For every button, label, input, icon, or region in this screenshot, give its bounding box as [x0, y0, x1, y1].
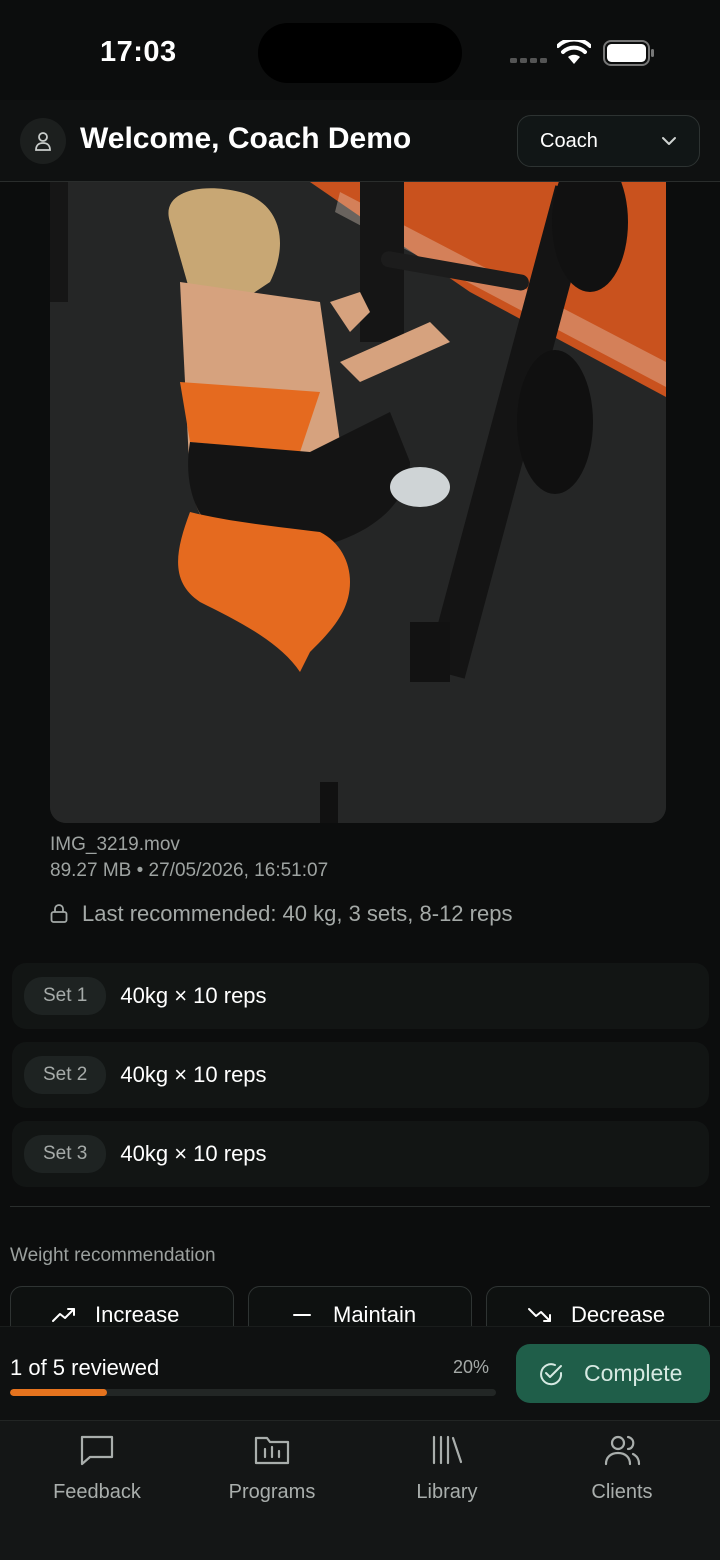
welcome-title: Welcome, Coach Demo — [80, 122, 412, 155]
lock-icon — [50, 904, 68, 923]
review-progress-panel: 1 of 5 reviewed 20% Complete — [0, 1326, 720, 1420]
complete-label: Complete — [584, 1360, 683, 1386]
folder-chart-icon — [254, 1436, 290, 1465]
set-badge: Set 2 — [24, 1056, 107, 1094]
chevron-down-icon — [662, 137, 676, 145]
cellular-signal-icon — [510, 58, 547, 63]
progress-fill — [10, 1389, 108, 1396]
last-recommended-text: Last recommended: 40 kg, 3 sets, 8-12 re… — [82, 901, 513, 926]
increase-label: Increase — [95, 1302, 180, 1327]
dynamic-island — [258, 23, 462, 83]
trending-down-icon — [528, 1308, 551, 1322]
last-recommended: Last recommended: 40 kg, 3 sets, 8-12 re… — [50, 900, 512, 928]
trending-up-icon — [52, 1308, 75, 1322]
user-icon — [35, 132, 51, 151]
role-select[interactable]: Coach — [517, 115, 700, 167]
exercise-video[interactable] — [50, 182, 666, 823]
set-value: 40kg × 10 reps — [120, 1141, 267, 1166]
wifi-icon — [557, 40, 591, 64]
check-circle-icon — [540, 1362, 563, 1385]
tab-library-label: Library — [416, 1481, 478, 1503]
tab-programs[interactable]: Programs — [182, 1433, 362, 1504]
reviewed-count: 1 of 5 reviewed — [10, 1355, 160, 1380]
video-file-name: IMG_3219.mov — [50, 834, 180, 855]
set-row[interactable]: Set 3 40kg × 10 reps — [12, 1121, 709, 1187]
progress-track — [10, 1389, 496, 1396]
status-time: 17:03 — [100, 36, 177, 68]
weight-recommendation-label: Weight recommendation — [10, 1245, 216, 1266]
battery-icon — [603, 40, 654, 66]
video-frame — [50, 182, 666, 823]
minus-icon — [293, 1314, 311, 1316]
set-value: 40kg × 10 reps — [120, 983, 267, 1008]
role-select-value: Coach — [540, 129, 598, 152]
complete-button[interactable]: Complete — [516, 1344, 710, 1403]
message-square-icon — [80, 1435, 114, 1466]
decrease-label: Decrease — [571, 1302, 666, 1327]
reviewed-percent: 20% — [453, 1357, 490, 1377]
library-icon — [432, 1435, 463, 1465]
tab-feedback[interactable]: Feedback — [7, 1433, 187, 1504]
set-row[interactable]: Set 2 40kg × 10 reps — [12, 1042, 709, 1108]
set-row[interactable]: Set 1 40kg × 10 reps — [12, 963, 709, 1029]
set-badge: Set 1 — [24, 977, 107, 1015]
maintain-label: Maintain — [333, 1302, 417, 1327]
tab-programs-label: Programs — [228, 1481, 316, 1503]
tab-library[interactable]: Library — [357, 1433, 537, 1504]
tab-clients-label: Clients — [591, 1481, 653, 1503]
section-divider — [10, 1206, 710, 1207]
tab-clients[interactable]: Clients — [532, 1433, 712, 1504]
status-bar: 17:03 — [0, 0, 720, 100]
app-header: Welcome, Coach Demo Coach — [0, 100, 720, 182]
user-avatar[interactable] — [20, 118, 66, 164]
set-value: 40kg × 10 reps — [120, 1062, 267, 1087]
users-icon — [604, 1435, 641, 1466]
set-badge: Set 3 — [24, 1135, 107, 1173]
video-file-meta: 89.27 MB • 27/05/2026, 16:51:07 — [50, 860, 329, 881]
bottom-tab-bar: Feedback Programs Library Clients — [0, 1420, 720, 1560]
tab-feedback-label: Feedback — [53, 1481, 141, 1503]
